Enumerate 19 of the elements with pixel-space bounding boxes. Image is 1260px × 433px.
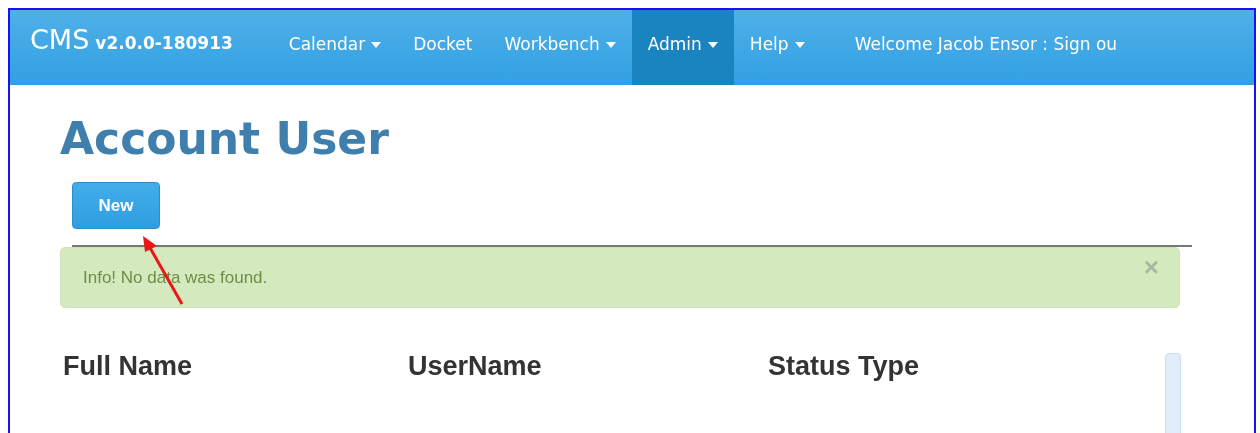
scrollbar[interactable] xyxy=(1165,353,1181,433)
version-label: v2.0.0-180913 xyxy=(95,32,233,55)
nav-link[interactable]: Docket xyxy=(397,10,489,85)
page-title: Account User xyxy=(60,113,390,166)
column-header[interactable]: Status Type xyxy=(768,345,920,387)
welcome-text[interactable]: Welcome Jacob Ensor : Sign ou xyxy=(820,10,1118,85)
nav-link[interactable]: Help xyxy=(733,10,821,85)
column-header[interactable]: Full Name xyxy=(63,345,408,387)
brand-name[interactable]: CMS xyxy=(30,20,90,61)
new-button[interactable]: New xyxy=(72,181,160,229)
nav-link[interactable]: Calendar xyxy=(272,10,398,85)
column-header[interactable]: UserName xyxy=(408,345,768,387)
caret-icon xyxy=(605,42,616,48)
close-button[interactable]: × xyxy=(1143,254,1159,281)
caret-icon xyxy=(371,42,382,48)
caret-icon xyxy=(707,42,718,48)
caret-icon xyxy=(794,42,805,48)
nav-link[interactable]: Admin xyxy=(631,10,734,85)
nav-link[interactable]: Workbench xyxy=(488,10,632,85)
